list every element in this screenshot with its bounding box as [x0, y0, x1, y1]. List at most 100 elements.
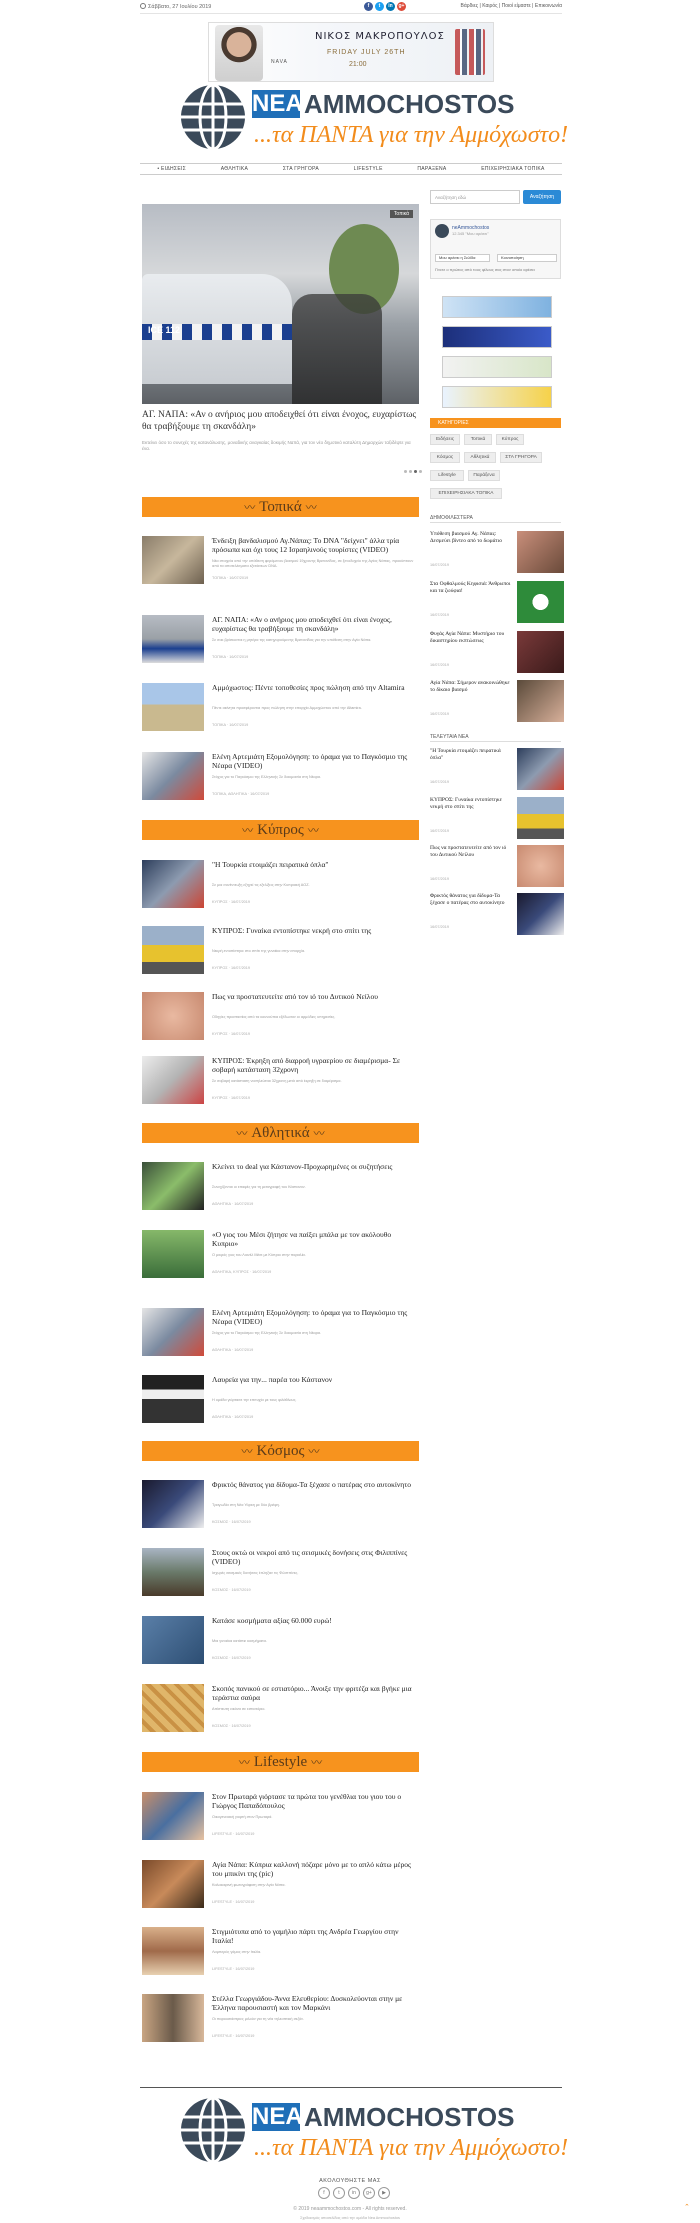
article-title[interactable]: Ελένη Αρτεμιάτη Εξομολόγηση: το όραμα γι… — [212, 1308, 417, 1326]
article-thumbnail[interactable] — [142, 1056, 204, 1104]
nav-item-quick[interactable]: ΣΤΑ ΓΡΗΓΟΡΑ — [283, 166, 319, 172]
sidebar-ad[interactable] — [442, 296, 552, 318]
facebook-share-button[interactable]: Κοινοποίηση — [497, 254, 557, 262]
facebook-like-button[interactable]: Μου αρέσει η Σελίδα — [435, 254, 490, 262]
popular-item-title[interactable]: Αγία Νάπα: Σήμερον ανακοινώθηκε το δίκαι… — [430, 680, 512, 694]
linkedin-icon[interactable]: in — [386, 2, 395, 11]
article-title[interactable]: ΑΓ. ΝΑΠΑ: «Αν ο ανήριος μου αποδειχθεί ό… — [212, 615, 417, 633]
article-thumbnail[interactable] — [142, 752, 204, 800]
youtube-icon[interactable]: ▶ — [378, 2187, 390, 2199]
article-thumbnail[interactable] — [142, 683, 204, 731]
twitter-icon[interactable]: t — [333, 2187, 345, 2199]
nav-item-business[interactable]: ΕΠΙΧΕΙΡΗΣΙΑΚΑ ΤΟΠΙΚΑ — [481, 166, 544, 172]
nav-item-news[interactable]: • ΕΙΔΗΣΕΙΣ — [157, 166, 186, 172]
tag-button[interactable]: Παράξενα — [468, 470, 500, 481]
popular-item-thumbnail[interactable] — [517, 531, 564, 573]
article-card[interactable]: Στιγμιότυπα από το γαμήλιο πάρτι της Ανδ… — [142, 1927, 419, 1987]
slider-dots[interactable] — [404, 470, 422, 473]
tag-button[interactable]: Τοπικά — [464, 434, 492, 445]
article-thumbnail[interactable] — [142, 1308, 204, 1356]
tag-button[interactable]: Κύπρος — [496, 434, 524, 445]
article-card[interactable]: Φρικτός θάνατος για δίδυμα-Τα ξέχασε ο π… — [142, 1480, 419, 1540]
sidebar-ad[interactable] — [442, 326, 552, 348]
popular-item[interactable]: Στα Οφθαλμούς Κηφισιά: Άνθρωποι και τα ζ… — [430, 581, 565, 629]
article-thumbnail[interactable] — [142, 1548, 204, 1596]
sidebar-ad[interactable] — [442, 386, 552, 408]
article-title[interactable]: Αγία Νάπα: Κύπρια καλλονή πόζαρε μόνο με… — [212, 1860, 417, 1878]
article-title[interactable]: Ελένη Αρτεμιάτη Εξομολόγηση: το όραμα γι… — [212, 752, 417, 770]
latest-item-thumbnail[interactable] — [517, 797, 564, 839]
popular-item-title[interactable]: Υπόθεση βιασμού Αγ. Νάπας: Δεσμεύει βίντ… — [430, 531, 512, 545]
article-thumbnail[interactable] — [142, 1480, 204, 1528]
twitter-icon[interactable]: t — [375, 2, 384, 11]
article-card[interactable]: Σκοπός πανικού σε εστιατόριο... Άνοιξε τ… — [142, 1684, 419, 1744]
popular-item-thumbnail[interactable] — [517, 581, 564, 623]
popular-item-title[interactable]: Φυγάς Αγία Νάπα: Μυστήριο του δικαστηρίο… — [430, 631, 512, 645]
slider-dot[interactable] — [409, 470, 412, 473]
article-card[interactable]: Στέλλα Γεωργιάδου-Άννα Ελευθερίου: Δυσκο… — [142, 1994, 419, 2054]
article-card[interactable]: Πως να προστατευτείτε από τον ιό του Δυτ… — [142, 992, 419, 1052]
article-thumbnail[interactable] — [142, 1792, 204, 1840]
sidebar-ad[interactable] — [442, 356, 552, 378]
tag-button[interactable]: Κόσμος — [430, 452, 460, 463]
article-title[interactable]: Αμμόχωστος: Πέντε τοποθεσίες πρoς πώληση… — [212, 683, 417, 692]
popular-item[interactable]: Αγία Νάπα: Σήμερον ανακοινώθηκε το δίκαι… — [430, 680, 565, 728]
article-thumbnail[interactable] — [142, 1375, 204, 1423]
article-title[interactable]: Πως να προστατευτείτε από τον ιό του Δυτ… — [212, 992, 417, 1001]
latest-item-thumbnail[interactable] — [517, 845, 564, 887]
footer-logo[interactable]: NEA AMMOCHOSTOS ...τα ΠΑΝΤΑ για την Αμμό… — [180, 2097, 568, 2167]
article-thumbnail[interactable] — [142, 926, 204, 974]
slider-dot[interactable] — [404, 470, 407, 473]
article-card[interactable]: Ελένη Αρτεμιάτη Εξομολόγηση: το όραμα γι… — [142, 1308, 419, 1368]
latest-item-title[interactable]: "Η Τουρκία ετοιμάζει πειρατικά όπλα" — [430, 748, 512, 762]
article-thumbnail[interactable] — [142, 536, 204, 584]
article-title[interactable]: ΚΥΠΡΟΣ: Έκρηξη από διαρροή υγραερίου σε … — [212, 1056, 417, 1074]
latest-item[interactable]: Φρικτός θάνατος για δίδυμα-Τα ξέχασε ο π… — [430, 893, 565, 941]
google-plus-icon[interactable]: g+ — [363, 2187, 375, 2199]
tag-button[interactable]: Ειδήσεις — [430, 434, 460, 445]
tag-button[interactable]: Αθλητικά — [464, 452, 496, 463]
nav-item-weird[interactable]: ΠΑΡΑΞΕΝΑ — [417, 166, 446, 172]
latest-item-thumbnail[interactable] — [517, 748, 564, 790]
tag-button[interactable]: ΕΠΙΧΕΙΡΗΣΙΑΚΑ ΤΟΠΙΚΑ — [430, 488, 502, 499]
article-title[interactable]: Σκοπός πανικού σε εστιατόριο... Άνοιξε τ… — [212, 1684, 417, 1702]
top-links[interactable]: Βάρδιες | Καιρός | Ποιοί είμαστε | Επικο… — [461, 3, 562, 9]
article-card[interactable]: "Η Τουρκία ετοιμάζει πειρατικά όπλα" Σε … — [142, 860, 419, 920]
facebook-page-widget[interactable]: neAmmochostos 12.345 "Μου αρέσει" Μου αρ… — [430, 219, 561, 279]
article-title[interactable]: «Ο γιος του Μέσι ζήτησε να παίξει μπάλα … — [212, 1230, 417, 1248]
article-thumbnail[interactable] — [142, 1230, 204, 1278]
latest-item[interactable]: Πως να προστατευτείτε από τον ιό του Δυτ… — [430, 845, 565, 893]
article-thumbnail[interactable] — [142, 1927, 204, 1975]
article-title[interactable]: "Η Τουρκία ετοιμάζει πειρατικά όπλα" — [212, 860, 417, 869]
linkedin-icon[interactable]: in — [348, 2187, 360, 2199]
top-banner-ad[interactable]: NAVA ΝΙΚΟΣ ΜΑΚΡΟΠΟΥΛΟΣ FRIDAY JULY 26TH … — [208, 22, 494, 82]
popular-item-thumbnail[interactable] — [517, 631, 564, 673]
article-card[interactable]: ΑΓ. ΝΑΠΑ: «Αν ο ανήριος μου αποδειχθεί ό… — [142, 615, 419, 675]
back-to-top-icon[interactable]: ⌃ — [684, 2203, 690, 2211]
article-card[interactable]: Αγία Νάπα: Κύπρια καλλονή πόζαρε μόνο με… — [142, 1860, 419, 1920]
latest-item-title[interactable]: ΚΥΠΡΟΣ: Γυναίκα εντοπίστηκε νεκρή στο σπ… — [430, 797, 512, 811]
nav-item-sports[interactable]: ΑΘΛΗΤΙΚΑ — [221, 166, 249, 172]
latest-item-title[interactable]: Φρικτός θάνατος για δίδυμα-Τα ξέχασε ο π… — [430, 893, 512, 907]
tag-button[interactable]: ΣΤΑ ΓΡΗΓΟΡΑ — [500, 452, 542, 463]
slider-dot[interactable] — [419, 470, 422, 473]
search-button[interactable]: Αναζήτηση — [523, 190, 561, 204]
facebook-page-avatar[interactable] — [435, 224, 449, 238]
article-thumbnail[interactable] — [142, 1684, 204, 1732]
popular-item-title[interactable]: Στα Οφθαλμούς Κηφισιά: Άνθρωποι και τα ζ… — [430, 581, 512, 595]
section-header-topika[interactable]: Τοπικά — [142, 497, 419, 517]
article-title[interactable]: Κατάσε κοσμήματα αξίας 60.000 ευρώ! — [212, 1616, 417, 1625]
article-thumbnail[interactable] — [142, 615, 204, 663]
article-title[interactable]: Κλείνει το deal για Κάστανον-Προχωρημένε… — [212, 1162, 417, 1171]
article-card[interactable]: ΚΥΠΡΟΣ: Γυναίκα εντοπίστηκε νεκρή στο σπ… — [142, 926, 419, 986]
hero-title[interactable]: ΑΓ. ΝΑΠΑ: «Αν ο ανήριος μου αποδειχθεί ό… — [142, 410, 422, 434]
latest-item-thumbnail[interactable] — [517, 893, 564, 935]
latest-item[interactable]: ΚΥΠΡΟΣ: Γυναίκα εντοπίστηκε νεκρή στο σπ… — [430, 797, 565, 845]
article-thumbnail[interactable] — [142, 1162, 204, 1210]
facebook-icon[interactable]: f — [318, 2187, 330, 2199]
article-thumbnail[interactable] — [142, 1994, 204, 2042]
section-header-athlitika[interactable]: Αθλητικά — [142, 1123, 419, 1143]
article-title[interactable]: Λαυρεία για την... παρέα του Κάστανον — [212, 1375, 417, 1384]
article-card[interactable]: Ελένη Αρτεμιάτη Εξομολόγηση: το όραμα γι… — [142, 752, 419, 812]
article-thumbnail[interactable] — [142, 860, 204, 908]
